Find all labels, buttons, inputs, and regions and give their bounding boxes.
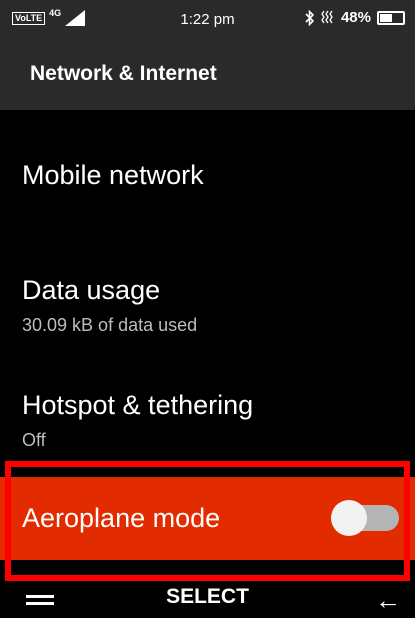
vibrate-icon (321, 10, 333, 23)
status-bar: VoLTE 4G 1:22 pm 48% (0, 0, 415, 40)
mobile-network-label: Mobile network (22, 160, 204, 190)
battery-fill (380, 13, 392, 22)
settings-item-data-usage[interactable]: Data usage 30.09 kB of data used (0, 265, 415, 355)
app-bar: Network & Internet (0, 40, 415, 110)
page-title: Network & Internet (30, 62, 217, 85)
battery-icon (377, 10, 405, 25)
data-usage-summary: 30.09 kB of data used (22, 315, 198, 335)
toggle-knob (331, 500, 367, 536)
status-right: 48% (305, 9, 405, 26)
settings-item-aeroplane-mode[interactable]: Aeroplane mode (0, 477, 415, 560)
select-softkey[interactable]: SELECT (0, 585, 415, 609)
battery-percent: 48% (340, 9, 371, 26)
aeroplane-mode-toggle[interactable] (331, 500, 401, 536)
back-arrow-icon[interactable]: ← (375, 585, 401, 616)
settings-item-mobile-network[interactable]: Mobile network (0, 150, 415, 210)
aeroplane-mode-label: Aeroplane mode (22, 503, 221, 533)
bluetooth-icon (305, 9, 315, 26)
hotspot-label: Hotspot & tethering (22, 390, 254, 420)
softkey-bar: SELECT ← (0, 581, 415, 618)
settings-item-hotspot[interactable]: Hotspot & tethering Off (0, 380, 415, 460)
hotspot-status: Off (22, 430, 46, 450)
data-usage-label: Data usage (22, 275, 161, 305)
